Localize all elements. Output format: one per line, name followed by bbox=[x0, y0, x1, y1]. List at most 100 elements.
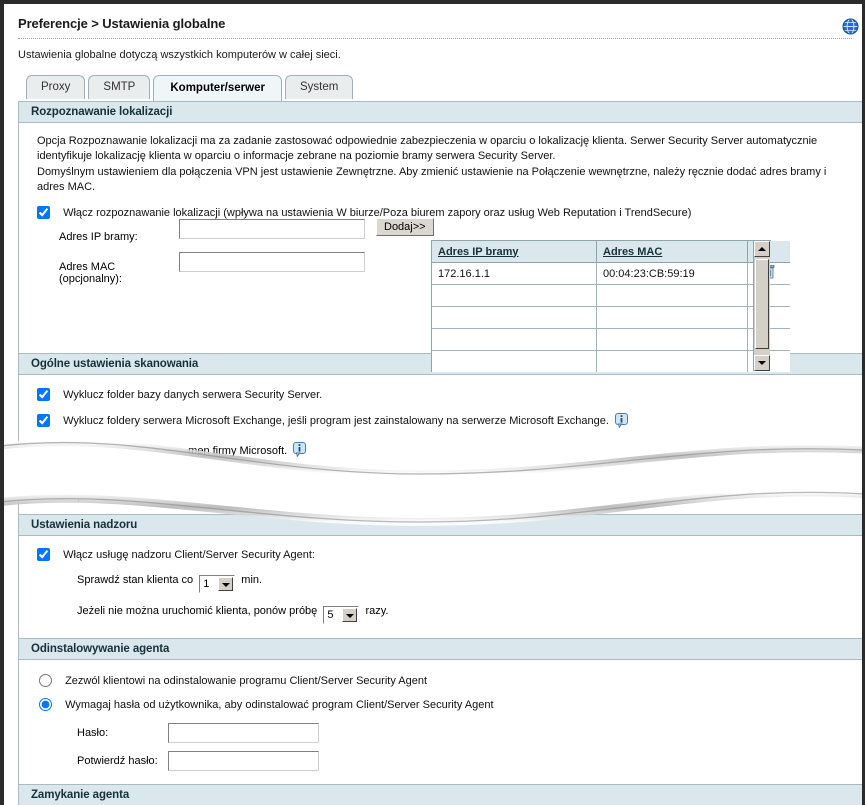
retry-count-value: 5 bbox=[327, 609, 334, 621]
uninstall-allow-label: Zezwól klientowi na odinstalowanie progr… bbox=[65, 675, 428, 687]
retry-count-suffix: razy. bbox=[365, 605, 389, 617]
exclude-exchange-row: Wyklucz foldery serwera Microsoft Exchan… bbox=[19, 402, 865, 429]
supervision-panel: Ustawienia nadzoru Włącz usługę nadzoru … bbox=[18, 514, 865, 638]
confirm-password-label: Potwierdź hasło: bbox=[77, 755, 158, 767]
breadcrumb: Preferencje > Ustawienia globalne bbox=[18, 16, 226, 31]
retry-count-prefix: Jeżeli nie można uruchomić klienta, ponó… bbox=[77, 605, 318, 617]
mac-address-label-line1: Adres MAC bbox=[59, 261, 116, 273]
window-frame-top bbox=[0, 0, 865, 4]
chevron-down-icon[interactable] bbox=[218, 577, 234, 591]
cell-gateway-ip bbox=[432, 350, 597, 372]
info-icon[interactable] bbox=[614, 413, 628, 429]
tab-smtp[interactable]: SMTP bbox=[88, 75, 151, 99]
chevron-down-icon[interactable] bbox=[342, 608, 358, 622]
page-content: Preferencje > Ustawienia globalne Ustawi… bbox=[4, 4, 865, 805]
scroll-down-arrow-icon[interactable] bbox=[754, 355, 770, 371]
cell-mac-address bbox=[596, 306, 748, 329]
app-window: Preferencje > Ustawienia globalne Ustawi… bbox=[0, 0, 865, 805]
uninstall-allow-radio[interactable] bbox=[39, 674, 52, 687]
col-mac-address: Adres MAC bbox=[596, 241, 748, 263]
scan-section-body: Wyklucz folder bazy danych serwera Secur… bbox=[19, 375, 865, 514]
retry-count-select[interactable]: 5 bbox=[323, 606, 360, 624]
password-row: Hasło: bbox=[19, 712, 865, 743]
col-gateway-ip: Adres IP bramy bbox=[432, 241, 597, 263]
chevron-down-icon[interactable] bbox=[97, 486, 113, 500]
tab-proxy[interactable]: Proxy bbox=[26, 75, 86, 99]
confirm-password-row: Potwierdź hasło: bbox=[19, 743, 865, 776]
info-icon[interactable] bbox=[293, 442, 307, 458]
shutdown-panel: Zamykanie agenta Zezwól klientowi na zam… bbox=[18, 784, 865, 805]
exclude-microsoft-domain-label: ...men firmy Microsoft. bbox=[179, 445, 288, 457]
gateway-table-header-row: Adres IP bramy Adres MAC bbox=[432, 241, 790, 263]
cleanup-days-value: 7 bbox=[82, 487, 89, 499]
cell-mac-address bbox=[596, 350, 748, 372]
page-subtitle: Ustawienia globalne dotyczą wszystkich k… bbox=[18, 49, 341, 61]
exclude-exchange-label: Wyklucz foldery serwera Microsoft Exchan… bbox=[63, 415, 609, 427]
cell-gateway-ip bbox=[432, 328, 597, 351]
uninstall-password-radio[interactable] bbox=[39, 698, 52, 711]
enable-location-checkbox[interactable] bbox=[37, 206, 50, 219]
uninstall-password-row: Wymagaj hasła od użytkownika, aby odinst… bbox=[19, 688, 865, 712]
exclude-db-folder-checkbox[interactable] bbox=[37, 388, 50, 401]
cell-gateway-ip bbox=[432, 306, 597, 329]
gateway-table: Adres IP bramy Adres MAC 172.16.1.1 00:0… bbox=[432, 241, 790, 372]
mac-address-input[interactable] bbox=[179, 252, 365, 272]
uninstall-password-label: Wymagaj hasła od użytkownika, aby odinst… bbox=[65, 699, 494, 711]
status-interval-row: Sprawdź stan klienta co 1 min. bbox=[19, 562, 865, 593]
gateway-ip-input[interactable] bbox=[179, 219, 365, 239]
gateway-ip-label: Adres IP bramy: bbox=[59, 231, 138, 243]
location-paragraph-2: Domyślnym ustawieniem dla połączenia VPN… bbox=[37, 166, 827, 193]
globe-help-icon[interactable] bbox=[842, 18, 859, 35]
enable-location-label: Włącz rozpoznawanie lokalizacji (wpływa … bbox=[63, 207, 692, 219]
tab-system[interactable]: System bbox=[284, 75, 354, 99]
exclude-db-folder-label: Wyklucz folder bazy danych serwera Secur… bbox=[63, 389, 323, 401]
cleanup-days-row: po 7 dniu/dniach. bbox=[19, 483, 865, 502]
shutdown-section-title: Zamykanie agenta bbox=[19, 784, 865, 805]
uninstall-allow-row: Zezwól klientowi na odinstalowanie progr… bbox=[19, 668, 865, 688]
exclude-db-folder-row: Wyklucz folder bazy danych serwera Secur… bbox=[19, 383, 865, 402]
enable-supervision-label: Włącz usługę nadzoru Client/Server Secur… bbox=[63, 549, 315, 561]
cleanup-days-suffix: dniu/dniach. bbox=[117, 483, 177, 495]
enable-location-row: Włącz rozpoznawanie lokalizacji (wpływa … bbox=[19, 195, 865, 220]
gateway-table-container: Adres IP bramy Adres MAC 172.16.1.1 00:0… bbox=[431, 240, 790, 372]
cell-mac-address bbox=[596, 284, 748, 307]
exclude-exchange-checkbox[interactable] bbox=[37, 414, 50, 427]
cleanup-days-select[interactable]: 7 bbox=[78, 484, 115, 502]
location-section-title: Rozpoznawanie lokalizacji bbox=[19, 101, 865, 123]
supervision-section-title: Ustawienia nadzoru bbox=[19, 514, 865, 536]
scroll-up-arrow-icon[interactable] bbox=[754, 241, 770, 257]
table-row[interactable] bbox=[432, 306, 790, 329]
add-gateway-button[interactable]: Dodaj>> bbox=[376, 218, 434, 236]
status-interval-select[interactable]: 1 bbox=[199, 575, 236, 593]
cell-mac-address: 00:04:23:CB:59:19 bbox=[596, 262, 748, 285]
uninstall-section-body: Zezwól klientowi na odinstalowanie progr… bbox=[19, 660, 865, 784]
scrollbar-thumb[interactable] bbox=[755, 259, 769, 349]
window-frame-left bbox=[0, 0, 4, 805]
cell-mac-address bbox=[596, 328, 748, 351]
enable-supervision-checkbox[interactable] bbox=[37, 548, 50, 561]
gateway-table-scrollbar[interactable] bbox=[753, 241, 770, 371]
status-interval-value: 1 bbox=[203, 578, 210, 590]
confirm-password-input[interactable] bbox=[168, 751, 320, 771]
exclude-microsoft-domain-row: ...men firmy Microsoft. bbox=[19, 428, 865, 458]
status-interval-suffix: min. bbox=[241, 574, 263, 586]
cleanup-days-prefix: po bbox=[63, 483, 76, 495]
tab-bar: Proxy SMTP Komputer/serwer System bbox=[26, 75, 862, 101]
cell-gateway-ip: 172.16.1.1 bbox=[432, 262, 597, 285]
retry-count-row: Jeżeli nie można uruchomić klienta, ponó… bbox=[19, 593, 865, 630]
general-scan-panel: Ogólne ustawienia skanowania Wyklucz fol… bbox=[18, 353, 865, 514]
table-row[interactable] bbox=[432, 284, 790, 307]
table-row[interactable] bbox=[432, 350, 790, 372]
uninstall-section-title: Odinstalowywanie agenta bbox=[19, 638, 865, 660]
enable-supervision-row: Włącz usługę nadzoru Client/Server Secur… bbox=[19, 544, 865, 562]
uninstall-panel: Odinstalowywanie agenta Zezwól klientowi… bbox=[18, 638, 865, 784]
table-row[interactable] bbox=[432, 328, 790, 351]
password-label: Hasło: bbox=[77, 727, 109, 739]
password-input[interactable] bbox=[168, 723, 320, 743]
location-paragraph-1: Opcja Rozpoznawanie lokalizacji ma za za… bbox=[37, 135, 818, 162]
mac-address-label-line2: (opcjonalny): bbox=[59, 273, 122, 285]
tab-komputer-serwer[interactable]: Komputer/serwer bbox=[153, 75, 282, 101]
status-interval-prefix: Sprawdź stan klienta co bbox=[77, 574, 194, 586]
table-row[interactable]: 172.16.1.1 00:04:23:CB:59:19 bbox=[432, 262, 790, 285]
supervision-section-body: Włącz usługę nadzoru Client/Server Secur… bbox=[19, 536, 865, 638]
